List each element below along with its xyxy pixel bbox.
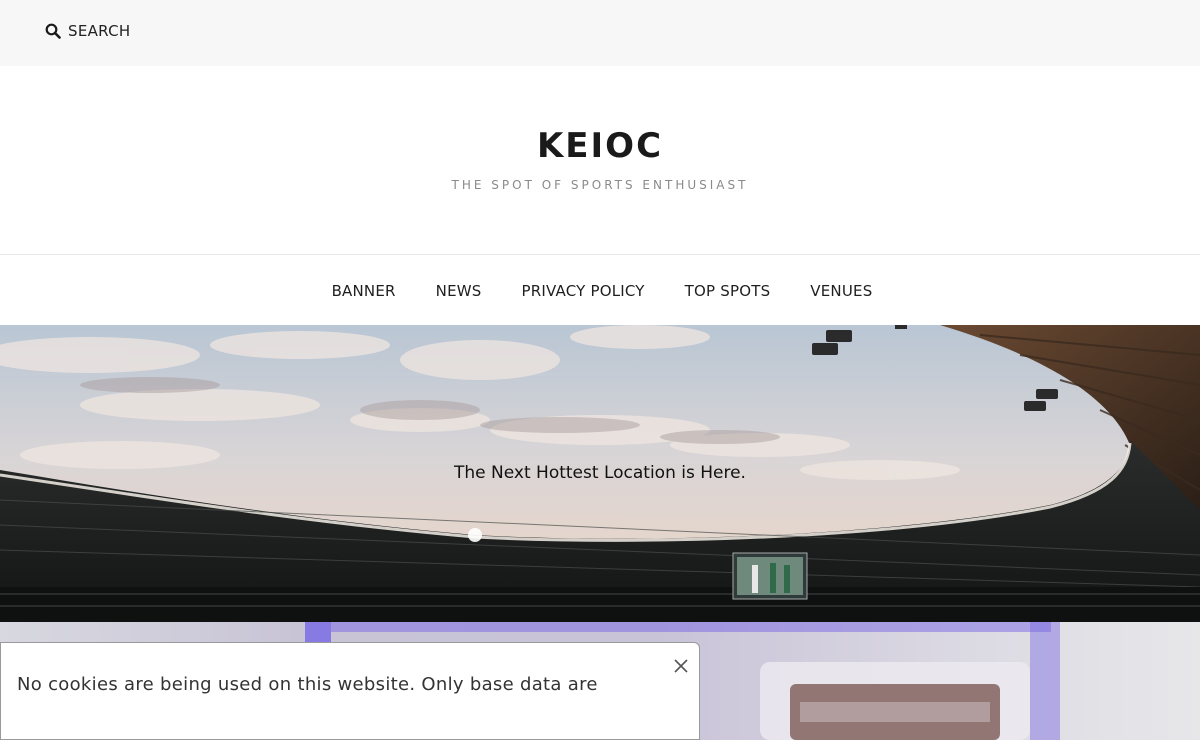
site-branding: KEIOC THE SPOT OF SPORTS ENTHUSIAST <box>0 66 1200 255</box>
cookie-notice: No cookies are being used on this websit… <box>0 642 700 740</box>
nav-item-venues[interactable]: VENUES <box>810 282 872 300</box>
search-button[interactable]: SEARCH <box>45 22 131 40</box>
main-navigation: BANNER NEWS PRIVACY POLICY TOP SPOTS VEN… <box>0 256 1200 325</box>
site-title[interactable]: KEIOC <box>0 126 1200 166</box>
search-label: SEARCH <box>68 22 131 40</box>
nav-item-news[interactable]: NEWS <box>436 282 482 300</box>
hero-caption: The Next Hottest Location is Here. <box>454 463 746 483</box>
nav-item-privacy-policy[interactable]: PRIVACY POLICY <box>522 282 645 300</box>
nav-item-banner[interactable]: BANNER <box>332 282 396 300</box>
site-description: THE SPOT OF SPORTS ENTHUSIAST <box>451 178 749 192</box>
hero-banner: The Next Hottest Location is Here. <box>0 325 1200 622</box>
nav-item-top-spots[interactable]: TOP SPOTS <box>685 282 771 300</box>
search-icon <box>45 23 61 39</box>
cookie-text: No cookies are being used on this websit… <box>17 674 598 695</box>
top-bar: SEARCH <box>0 0 1200 66</box>
close-icon[interactable] <box>672 657 690 675</box>
